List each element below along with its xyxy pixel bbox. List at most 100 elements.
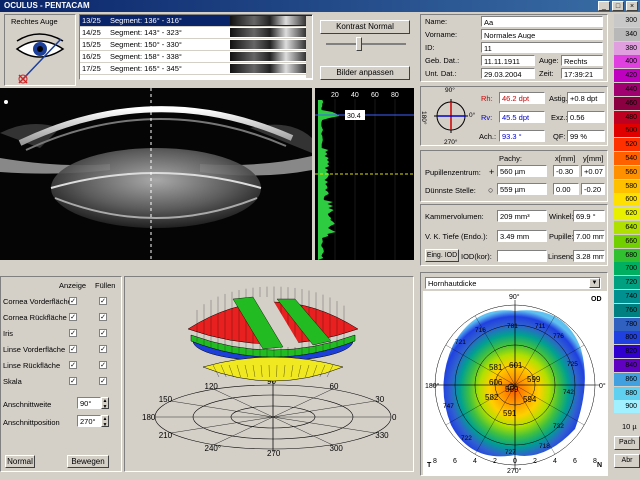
name-field[interactable]: Aa (481, 16, 603, 27)
map-angle-bottom: 270° (507, 467, 522, 475)
thickness-value: 594 (523, 395, 537, 404)
contrast-slider-track[interactable] (326, 43, 406, 45)
fill-col-label: Füllen (95, 281, 115, 290)
show-col-label: Anzeige (59, 281, 86, 290)
cut-width-spinner[interactable]: ▲ ▼ (101, 397, 109, 409)
minimize-button[interactable]: _ (598, 1, 610, 11)
map-angle-right: 0° (599, 382, 606, 390)
lens-surface (203, 357, 343, 381)
segment-row[interactable]: 15/25 Segment: 150° - 330° (80, 39, 312, 51)
segment-row[interactable]: 13/25 Segment: 136° - 316° (80, 15, 312, 27)
model-angle-label: 120 (205, 382, 219, 391)
color-scale-swatch: 340 (614, 28, 640, 41)
contrast-slider-thumb[interactable] (356, 37, 362, 51)
rh-value: 46.2 dpt (499, 92, 545, 104)
geb-field[interactable]: 11.11.1911 (481, 55, 535, 66)
map-x-tick: 8 (433, 458, 437, 465)
eing-iod-button[interactable]: Eing. IOD (425, 249, 459, 262)
pachy-col-label: Pachy: (499, 154, 522, 163)
iod-kor-field[interactable] (497, 250, 547, 262)
map-x-tick: 4 (553, 458, 557, 465)
axis-right-label: 0° (469, 112, 475, 119)
abr-button[interactable]: Abr (614, 454, 640, 468)
layer-fill-checkbox[interactable]: ✓ (99, 313, 107, 321)
layer-show-checkbox[interactable]: ✓ (69, 329, 77, 337)
move-button[interactable]: Bewegen (67, 455, 109, 468)
cut-position-spinner[interactable]: ▲ ▼ (101, 415, 109, 427)
cut-width-field[interactable]: 90° (77, 397, 101, 409)
3d-eye-model: 90120150180210240°27030033003060 (125, 277, 413, 471)
layer-label: Cornea Rückfläche (3, 313, 67, 322)
3d-model-view[interactable]: 90 120 150 180 210 240° 270 300 330 0 30 60 (124, 276, 414, 472)
segment-thumbnail (230, 40, 310, 49)
segment-text: Segment: 150° - 330° (110, 40, 230, 49)
close-button[interactable]: × (626, 1, 638, 11)
thinnest-label: Dünnste Stelle: (425, 186, 476, 195)
segment-text: Segment: 143° - 323° (110, 28, 230, 37)
layer-show-checkbox[interactable]: ✓ (69, 361, 77, 369)
adjust-images-button[interactable]: Bilder anpassen (320, 66, 410, 80)
layer-label: Iris (3, 329, 13, 338)
eye-selector[interactable]: Rechtes Auge (4, 14, 76, 86)
pupil-y-value: +0.07 (581, 165, 605, 177)
map-angle-top: 90° (509, 293, 520, 301)
y-col-label: y[mm] (583, 154, 603, 163)
thickness-value: 725 (567, 361, 578, 368)
color-scale-swatch: 580 (614, 180, 640, 193)
thickness-value: 776 (553, 333, 564, 340)
map-x-tick: 2 (533, 458, 537, 465)
segment-row[interactable]: 16/25 Segment: 158° - 338° (80, 51, 312, 63)
color-scale-swatch: 560 (614, 166, 640, 179)
segment-number: 15/25 (80, 40, 110, 49)
zeit-field[interactable]: 17:39:21 (561, 68, 603, 79)
unt-field[interactable]: 29.03.2004 (481, 68, 535, 79)
layer-show-checkbox[interactable]: ✓ (69, 345, 77, 353)
layer-fill-checkbox[interactable]: ✓ (99, 361, 107, 369)
pachy-map-panel: Hornhautdicke ▼ 90° 270° 180° 0° OD T N 8 6 4 2 0 2 4… (420, 272, 608, 476)
histogram-tick-label: 80 (391, 92, 399, 99)
axis-top-label: 90° (445, 87, 455, 94)
pachymetry-map: 90°270°180° 0°ODT N8 6 4 2 0 2 4 6 858160660159958… (423, 291, 607, 475)
cut-position-field[interactable]: 270° (77, 415, 101, 427)
segment-row[interactable]: 17/25 Segment: 165° - 345° (80, 63, 312, 75)
color-scale-swatch: 480 (614, 111, 640, 124)
model-angle-label: 300 (330, 444, 344, 453)
zeit-label: Zeit: (539, 69, 554, 78)
auge-label: Auge: (539, 56, 559, 65)
geb-label: Geb. Dat.: (425, 56, 459, 65)
chevron-down-icon[interactable]: ▼ (589, 278, 600, 288)
segment-list[interactable]: 13/25 Segment: 136° - 316° 14/25 Segment: 1… (79, 14, 313, 80)
segment-scrollbar[interactable] (306, 16, 312, 78)
layer-fill-checkbox[interactable]: ✓ (99, 377, 107, 385)
segment-thumbnail (230, 64, 310, 73)
segment-number: 14/25 (80, 28, 110, 37)
chamber-panel: Kammervolumen: 209 mm³ Winkel: 69.9 ° V.… (420, 204, 608, 266)
layer-show-checkbox[interactable]: ✓ (69, 377, 77, 385)
map-x-tick: 2 (493, 458, 497, 465)
pach-button[interactable]: Pach (614, 436, 640, 450)
layer-fill-checkbox[interactable]: ✓ (99, 329, 107, 337)
layer-fill-checkbox[interactable]: ✓ (99, 345, 107, 353)
eye-label: Rechtes Auge (11, 17, 58, 26)
astig-value: +0.8 dpt (567, 92, 605, 104)
segment-row[interactable]: 14/25 Segment: 143° - 323° (80, 27, 312, 39)
layer-fill-checkbox[interactable]: ✓ (99, 297, 107, 305)
contrast-button[interactable]: Kontrast Normal (320, 20, 410, 34)
maximize-button[interactable]: □ (612, 1, 624, 11)
segment-text: Segment: 158° - 338° (110, 52, 230, 61)
unt-label: Unt. Dat.: (425, 69, 457, 78)
normal-button[interactable]: Normal (5, 455, 35, 468)
color-scale-swatch: 660 (614, 235, 640, 248)
id-field[interactable]: 11 (481, 42, 603, 53)
layer-show-checkbox[interactable]: ✓ (69, 297, 77, 305)
map-x-tick: 4 (473, 458, 477, 465)
model-angle-label: 210 (159, 431, 173, 440)
vorname-field[interactable]: Normales Auge (481, 29, 603, 40)
auge-field[interactable]: Rechts (561, 55, 603, 66)
layer-show-checkbox[interactable]: ✓ (69, 313, 77, 321)
color-scale-swatch: 740 (614, 290, 640, 303)
scheimpflug-image[interactable] (0, 88, 312, 260)
color-scale-swatch: 820 (614, 345, 640, 358)
map-type-select[interactable]: Hornhautdicke (425, 277, 601, 289)
thickness-value: 581 (489, 363, 503, 372)
